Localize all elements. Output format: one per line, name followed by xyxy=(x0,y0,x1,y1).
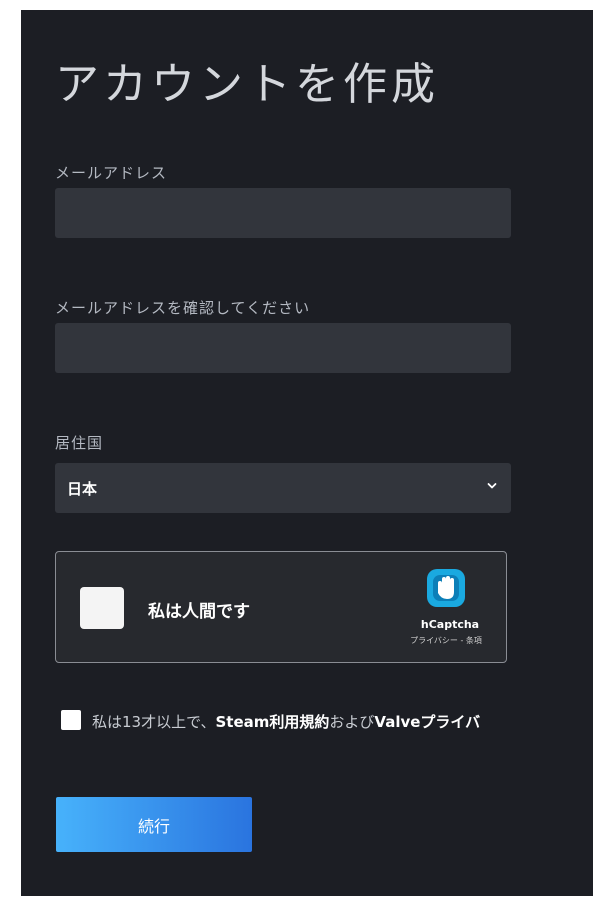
country-select-value: 日本 xyxy=(67,480,98,498)
email-field[interactable] xyxy=(55,188,511,238)
captcha-checkbox-label: 私は人間です xyxy=(148,602,250,622)
agreement-middle: および xyxy=(329,713,375,731)
chevron-down-icon xyxy=(487,483,497,489)
confirm-email-label: メールアドレスを確認してください xyxy=(55,299,311,317)
hcaptcha-privacy-terms-link[interactable]: プライバシー - 条項 xyxy=(396,635,496,646)
valve-privacy-link[interactable]: Valveプライバ xyxy=(374,713,480,731)
email-label: メールアドレス xyxy=(55,164,168,182)
country-label: 居住国 xyxy=(55,434,104,452)
agreement-text: 私は13才以上で、Steam利用規約およびValveプライバ xyxy=(92,711,480,732)
continue-button[interactable]: 続行 xyxy=(56,797,252,852)
confirm-email-field[interactable] xyxy=(55,323,511,373)
hcaptcha-brand: hCaptcha xyxy=(420,618,480,631)
country-select[interactable]: 日本 xyxy=(55,463,511,513)
agreement-prefix: 私は13才以上で、 xyxy=(92,713,216,731)
agreement-checkbox[interactable] xyxy=(61,710,81,730)
captcha-checkbox[interactable] xyxy=(80,587,124,629)
page-title: アカウントを作成 xyxy=(55,59,439,110)
create-account-panel: アカウントを作成 メールアドレス メールアドレスを確認してください 居住国 日本… xyxy=(21,10,593,896)
hcaptcha-widget: 私は人間です hCaptcha プライバシー - 条項 xyxy=(55,551,507,663)
hcaptcha-hand-icon xyxy=(427,569,465,607)
steam-terms-link[interactable]: Steam利用規約 xyxy=(216,713,330,731)
